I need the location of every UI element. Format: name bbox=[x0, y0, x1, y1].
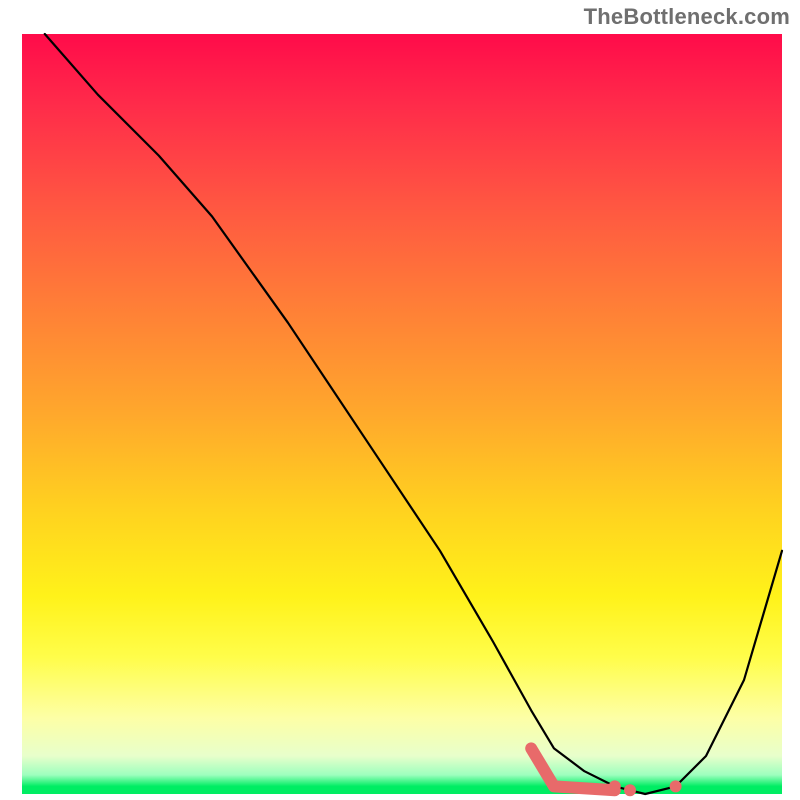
highlight-dot bbox=[624, 784, 636, 796]
plot-area bbox=[22, 34, 782, 794]
highlight-dot bbox=[670, 780, 682, 792]
chart-frame: TheBottleneck.com bbox=[0, 0, 800, 800]
minimum-highlight-segment bbox=[531, 748, 615, 790]
highlight-dot bbox=[609, 780, 621, 792]
bottleneck-curve-path bbox=[45, 34, 782, 794]
curve-overlay bbox=[22, 34, 782, 794]
attribution-label: TheBottleneck.com bbox=[584, 4, 790, 30]
